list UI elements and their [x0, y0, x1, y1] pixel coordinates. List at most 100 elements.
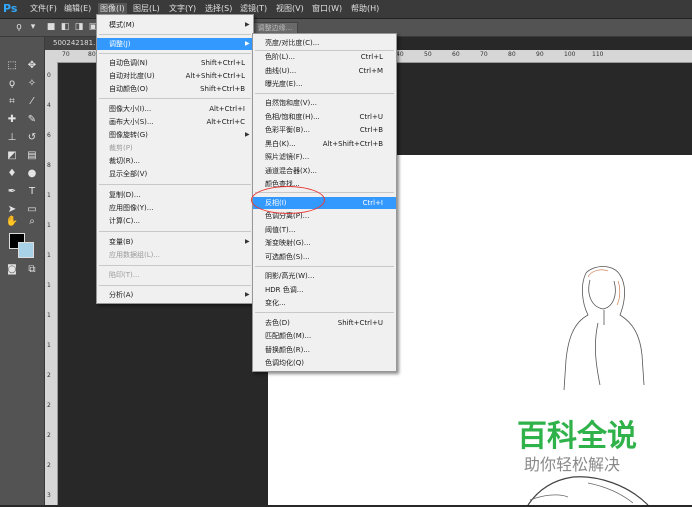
- lasso-icon[interactable]: ϙ: [4, 77, 20, 91]
- ruler-v-label: 4: [47, 102, 51, 109]
- menu-item-black-white[interactable]: 黑白(K)... Alt+Shift+Ctrl+B: [253, 138, 396, 150]
- menu-item-gradient-map[interactable]: 渐变映射(G)...: [253, 237, 396, 249]
- menu-item-apply-image[interactable]: 应用图像(Y)...: [97, 202, 253, 214]
- menu-item-calculations[interactable]: 计算(C)...: [97, 215, 253, 227]
- menu-window[interactable]: 窗口(W): [312, 3, 342, 14]
- healing-brush-icon[interactable]: ✚: [4, 113, 20, 127]
- menu-item-threshold[interactable]: 阈值(T)...: [253, 224, 396, 236]
- blur-icon[interactable]: ♦: [4, 167, 20, 181]
- menu-edit[interactable]: 编辑(E): [64, 3, 91, 14]
- marquee-icon[interactable]: ⬚: [4, 59, 20, 73]
- menu-item-photo-filter[interactable]: 照片滤镜(F)...: [253, 151, 396, 163]
- chevron-right-icon: ▶: [245, 238, 250, 245]
- ruler-v-label: 2: [47, 432, 51, 439]
- ruler-h-label: 110: [592, 51, 604, 58]
- menu-file[interactable]: 文件(F): [30, 3, 57, 14]
- menu-item-color-balance[interactable]: 色彩平衡(B)... Ctrl+B: [253, 124, 396, 136]
- menu-item-match-color[interactable]: 匹配颜色(M)...: [253, 330, 396, 342]
- ruler-v-label: 1: [47, 342, 51, 349]
- menu-item-channel-mixer[interactable]: 通道混合器(X)...: [253, 165, 396, 177]
- ruler-v-label: 8: [47, 162, 51, 169]
- type-icon[interactable]: T: [24, 185, 40, 199]
- menu-item-duplicate[interactable]: 复制(D)...: [97, 189, 253, 201]
- menu-divider: [255, 312, 394, 313]
- history-brush-icon[interactable]: ↺: [24, 131, 40, 145]
- menu-item-hdr-toning[interactable]: HDR 色调...: [253, 284, 396, 296]
- screen-mode-icon[interactable]: ⧉: [24, 263, 40, 277]
- menu-item-levels[interactable]: 色阶(L)... Ctrl+L: [253, 51, 396, 63]
- hand-icon[interactable]: ✋: [4, 215, 20, 229]
- menu-item-brightness-contrast[interactable]: 亮度/对比度(C)...: [253, 37, 396, 49]
- menu-item-variables[interactable]: 变量(B) ▶: [97, 236, 253, 248]
- eyedropper-icon[interactable]: ⁄: [24, 95, 40, 109]
- ruler-v-label: 6: [47, 132, 51, 139]
- menu-type[interactable]: 文字(Y): [169, 3, 196, 14]
- menu-item-canvas-size[interactable]: 画布大小(S)... Alt+Ctrl+C: [97, 116, 253, 128]
- ruler-v-label: 3: [47, 492, 51, 499]
- ruler-v-label: 1: [47, 192, 51, 199]
- menu-item-desaturate[interactable]: 去色(D) Shift+Ctrl+U: [253, 317, 396, 329]
- tools-panel: ⬚ ✥ ϙ ✧ ⌗ ⁄ ✚ ✎ ⊥ ↺ ◩ ▤ ♦ ● ✒ T ➤ ▭ ✋ ⌕ …: [0, 37, 45, 505]
- ruler-h-label: 70: [480, 51, 488, 58]
- magic-wand-icon[interactable]: ✧: [24, 77, 40, 91]
- quick-mask-icon[interactable]: ◙: [4, 263, 20, 277]
- ruler-v-label: 1: [47, 252, 51, 259]
- app-logo: Ps: [3, 2, 18, 15]
- eraser-icon[interactable]: ◩: [4, 149, 20, 163]
- new-selection-icon[interactable]: ■: [46, 22, 56, 32]
- zoom-icon[interactable]: ⌕: [24, 215, 40, 229]
- menu-divider: [255, 266, 394, 267]
- ruler-h-label: 50: [424, 51, 432, 58]
- menu-item-image-rotation[interactable]: 图像旋转(G) ▶: [97, 129, 253, 141]
- vertical-ruler[interactable]: 0 4 6 8 1 1 1 1 1 1 2 2 2 2 3: [45, 62, 58, 505]
- image-menu: 模式(M) ▶ 调整(J) ▶ 自动色调(N) Shift+Ctrl+L 自动对比度(…: [96, 14, 254, 304]
- move-icon[interactable]: ✥: [24, 59, 40, 73]
- chevron-right-icon: ▶: [245, 40, 250, 47]
- chevron-down-icon[interactable]: ▾: [28, 22, 38, 32]
- watermark-subtitle: 助你轻松解决: [524, 455, 621, 474]
- menu-item-adjust[interactable]: 调整(J) ▶: [97, 38, 253, 50]
- menu-view[interactable]: 视图(V): [276, 3, 304, 14]
- ruler-v-label: 0: [47, 72, 51, 79]
- menu-item-auto-tone[interactable]: 自动色调(N) Shift+Ctrl+L: [97, 57, 253, 69]
- menu-filter[interactable]: 滤镜(T): [240, 3, 267, 14]
- menu-help[interactable]: 帮助(H): [351, 3, 379, 14]
- lasso-icon[interactable]: ϙ: [14, 22, 24, 32]
- menu-divider: [99, 184, 251, 185]
- menu-item-exposure[interactable]: 曝光度(E)...: [253, 78, 396, 90]
- clone-stamp-icon[interactable]: ⊥: [4, 131, 20, 145]
- gradient-icon[interactable]: ▤: [24, 149, 40, 163]
- ruler-corner: [45, 50, 58, 62]
- dodge-icon[interactable]: ●: [24, 167, 40, 181]
- menu-item-variations[interactable]: 变化...: [253, 297, 396, 309]
- menu-item-image-size[interactable]: 图像大小(I)... Alt+Ctrl+I: [97, 103, 253, 115]
- menu-image[interactable]: 图像(I): [98, 3, 127, 14]
- chevron-right-icon: ▶: [245, 131, 250, 138]
- crop-icon[interactable]: ⌗: [4, 95, 20, 109]
- menu-item-auto-color[interactable]: 自动颜色(O) Shift+Ctrl+B: [97, 83, 253, 95]
- menu-item-curves[interactable]: 曲线(U)... Ctrl+M: [253, 65, 396, 77]
- menu-item-shadows-highlights[interactable]: 阴影/高光(W)...: [253, 270, 396, 282]
- menu-divider: [99, 285, 251, 286]
- menu-item-trim[interactable]: 裁切(R)...: [97, 155, 253, 167]
- menu-item-analysis[interactable]: 分析(A) ▶: [97, 289, 253, 301]
- menu-item-reveal-all[interactable]: 显示全部(V): [97, 168, 253, 180]
- menu-item-replace-color[interactable]: 替换颜色(R)...: [253, 344, 396, 356]
- menu-item-selective-color[interactable]: 可选颜色(S)...: [253, 251, 396, 263]
- chevron-right-icon: ▶: [245, 21, 250, 28]
- menu-item-hue-saturation[interactable]: 色相/饱和度(H)... Ctrl+U: [253, 111, 396, 123]
- subtract-selection-icon[interactable]: ◨: [74, 22, 84, 32]
- menu-item-vibrance[interactable]: 自然饱和度(V)...: [253, 97, 396, 109]
- menu-divider: [99, 53, 251, 54]
- add-selection-icon[interactable]: ◧: [60, 22, 70, 32]
- background-color-swatch[interactable]: [18, 242, 34, 258]
- brush-icon[interactable]: ✎: [24, 113, 40, 127]
- menu-select[interactable]: 选择(S): [205, 3, 232, 14]
- menu-item-auto-contrast[interactable]: 自动对比度(U) Alt+Shift+Ctrl+L: [97, 70, 253, 82]
- menu-item-mode[interactable]: 模式(M) ▶: [97, 19, 253, 31]
- menu-layer[interactable]: 图层(L): [133, 3, 160, 14]
- chevron-right-icon: ▶: [245, 291, 250, 298]
- menu-divider: [99, 34, 251, 35]
- pen-icon[interactable]: ✒: [4, 185, 20, 199]
- menu-item-equalize[interactable]: 色调均化(Q): [253, 357, 396, 369]
